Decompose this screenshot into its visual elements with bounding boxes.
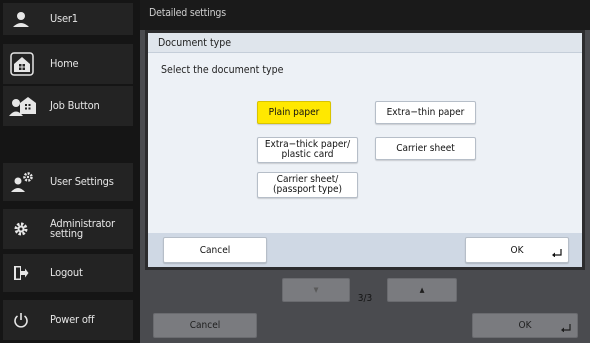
sidebar-item-label: Power off	[50, 313, 95, 326]
dialog-prompt: Select the document type	[161, 64, 284, 76]
sidebar-item-home[interactable]: Home	[3, 44, 133, 84]
power-icon	[11, 310, 31, 330]
user-name: User1	[50, 12, 78, 25]
page-title: Detailed settings	[149, 7, 226, 19]
option-label: Carrier sheet	[396, 142, 455, 154]
dialog-title: Document type	[158, 37, 232, 49]
main-cancel-label: Cancel	[189, 320, 221, 331]
sidebar-item-administrator-setting[interactable]: Administrator setting	[3, 209, 133, 249]
dialog-header: Document type	[148, 33, 582, 53]
dialog-ok-button[interactable]: OK	[465, 237, 569, 263]
option-carrier-sheet-passport[interactable]: Carrier sheet/ (passport type)	[257, 172, 358, 198]
sidebar-item-label: Logout	[50, 266, 83, 279]
sidebar-item-label: Job Button	[50, 99, 100, 112]
home-icon	[9, 51, 35, 77]
page-indicator: 3/3	[357, 293, 373, 304]
enter-icon	[561, 324, 571, 332]
triangle-down-icon: ▼	[313, 286, 319, 294]
logout-icon	[11, 263, 31, 283]
dialog-cancel-button[interactable]: Cancel	[163, 237, 267, 263]
user-icon	[11, 9, 31, 29]
document-type-dialog: Document type Select the document type P…	[145, 30, 585, 270]
option-extra-thick-paper[interactable]: Extra−thick paper/ plastic card	[257, 137, 358, 163]
gear-icon	[11, 219, 31, 239]
sidebar-item-label: User Settings	[50, 175, 114, 188]
main-ok-label: OK	[518, 320, 532, 331]
option-carrier-sheet[interactable]: Carrier sheet	[375, 137, 476, 160]
sidebar: User1 Home Job Button User Settings Admi…	[0, 0, 140, 343]
option-label: Extra−thick paper/ plastic card	[264, 139, 351, 160]
option-label: Plain paper	[268, 106, 320, 118]
sidebar-item-label: Administrator setting	[50, 217, 115, 240]
dialog-footer: Cancel OK	[148, 233, 582, 267]
user-account[interactable]: User1	[3, 3, 133, 35]
option-extra-thin-paper[interactable]: Extra−thin paper	[375, 101, 476, 124]
sidebar-item-job-button[interactable]: Job Button	[3, 86, 133, 126]
main-ok-button[interactable]: OK	[472, 313, 578, 338]
page-down-button[interactable]: ▲	[387, 278, 457, 302]
main-cancel-button[interactable]: Cancel	[153, 313, 257, 338]
sidebar-item-label: Home	[50, 57, 79, 70]
dialog-body: Select the document type Plain paper Ext…	[148, 53, 582, 233]
dialog-cancel-label: Cancel	[199, 244, 231, 256]
option-plain-paper[interactable]: Plain paper	[257, 101, 331, 124]
dialog-ok-label: OK	[510, 244, 524, 256]
option-label: Extra−thin paper	[386, 106, 465, 118]
page-up-button[interactable]: ▼	[282, 278, 350, 302]
job-button-icon	[9, 95, 37, 117]
user-settings-icon	[11, 171, 35, 193]
sidebar-item-power-off[interactable]: Power off	[3, 300, 133, 340]
sidebar-item-user-settings[interactable]: User Settings	[3, 163, 133, 201]
sidebar-item-logout[interactable]: Logout	[3, 254, 133, 292]
enter-icon	[552, 249, 562, 257]
triangle-up-icon: ▲	[419, 286, 425, 294]
option-label: Carrier sheet/ (passport type)	[272, 174, 342, 195]
main-header: Detailed settings	[140, 0, 590, 30]
